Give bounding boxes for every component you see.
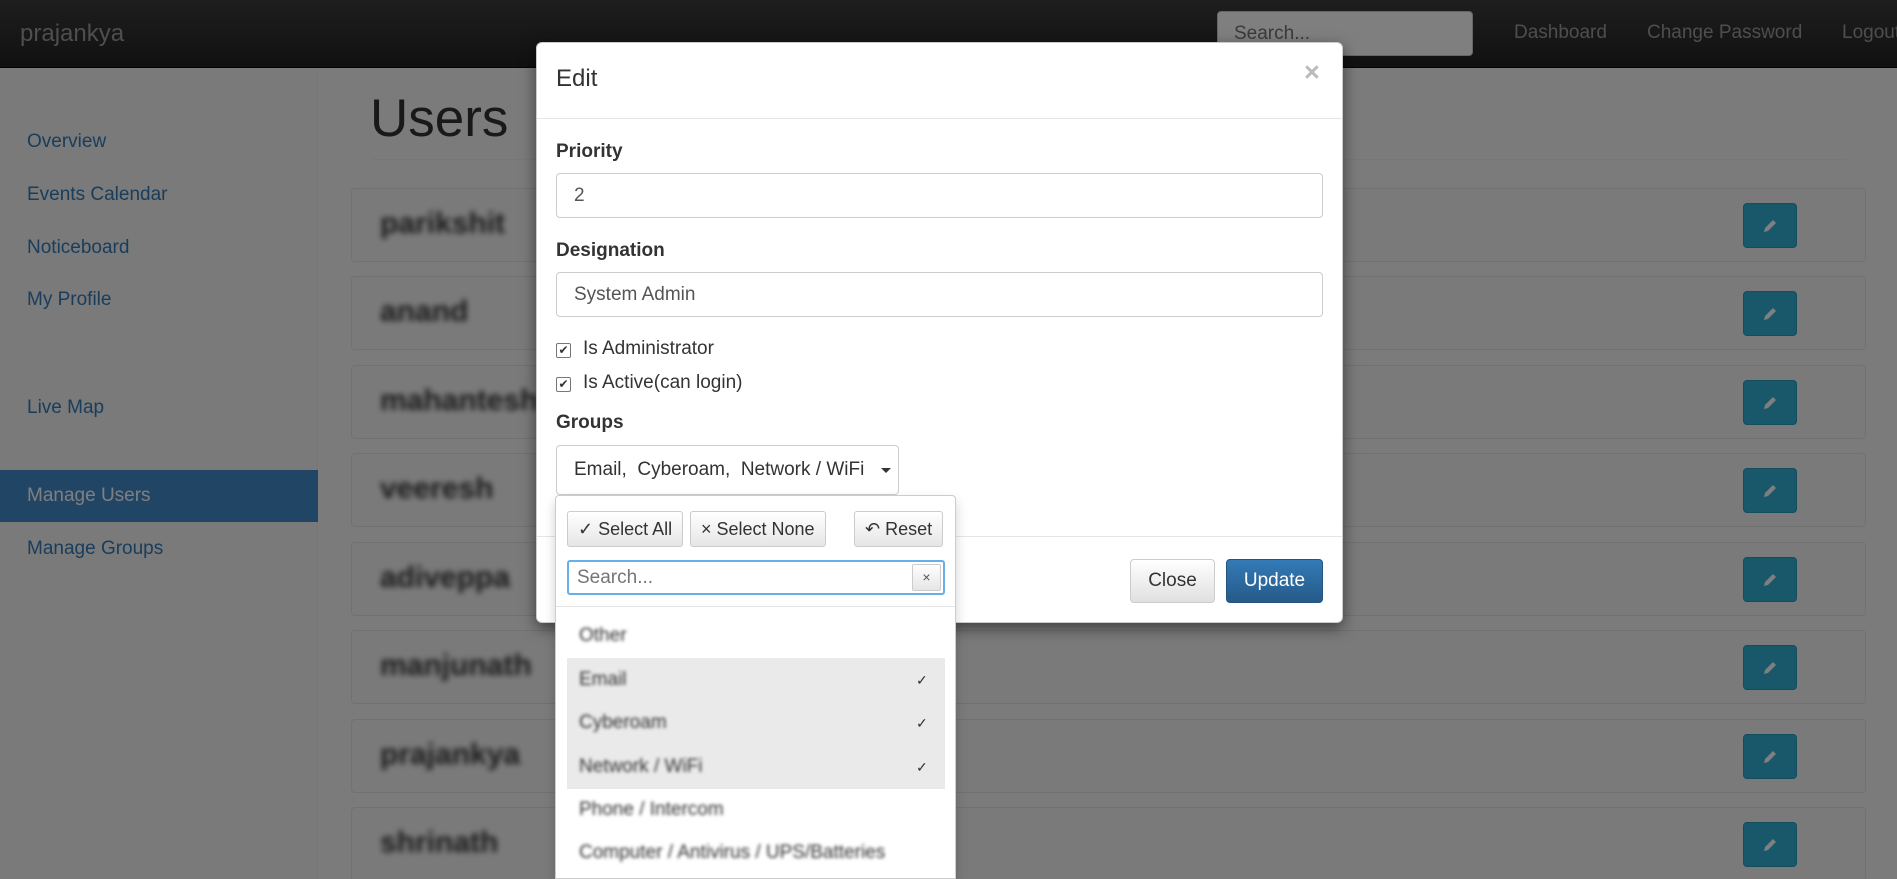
is-active-checkbox[interactable]: ✔ — [556, 377, 571, 392]
priority-label: Priority — [556, 141, 623, 162]
designation-label: Designation — [556, 240, 665, 261]
group-option[interactable]: Email ✓ — [567, 658, 945, 702]
clear-search-icon[interactable]: × — [912, 564, 941, 591]
select-all-button[interactable]: ✓ Select All — [567, 511, 684, 547]
caret-down-icon — [881, 468, 891, 473]
group-option-label: Cyberoam — [579, 712, 667, 733]
group-option[interactable]: Phone / Intercom — [567, 788, 945, 832]
group-option[interactable]: Network / WiFi ✓ — [567, 745, 945, 789]
group-option-label: Other — [579, 625, 627, 646]
groups-selected-value: Email, Cyberoam, Network / WiFi — [574, 459, 865, 480]
modal-header: Edit × — [537, 43, 1342, 119]
check-icon: ✓ — [916, 715, 928, 731]
close-icon[interactable]: × — [1304, 57, 1320, 88]
dropdown-divider — [556, 606, 955, 607]
group-option-label: Phone / Intercom — [579, 799, 724, 820]
dropdown-search-box: × — [567, 560, 945, 595]
is-active-label: Is Active(can login) — [583, 372, 743, 393]
priority-input[interactable] — [556, 173, 1323, 218]
is-administrator-checkbox[interactable]: ✔ — [556, 343, 571, 358]
is-administrator-label: Is Administrator — [583, 338, 714, 359]
group-option-label: Computer / Antivirus / UPS/Batteries — [579, 842, 886, 863]
group-option[interactable]: Other — [567, 614, 945, 658]
select-none-button[interactable]: × Select None — [690, 511, 826, 547]
designation-input[interactable] — [556, 272, 1323, 317]
check-icon: ✓ — [916, 759, 928, 775]
groups-multiselect[interactable]: Email, Cyberoam, Network / WiFi — [556, 445, 899, 495]
dropdown-search-input[interactable] — [577, 567, 897, 589]
reset-button[interactable]: ↶ Reset — [854, 511, 944, 547]
groups-label: Groups — [556, 412, 624, 433]
group-option-label: Email — [579, 669, 627, 690]
modal-title: Edit — [556, 65, 598, 92]
groups-dropdown-menu: ✓ Select All × Select None ↶ Reset × Oth… — [555, 495, 956, 879]
group-option[interactable]: Computer / Antivirus / UPS/Batteries — [567, 831, 945, 875]
update-button[interactable]: Update — [1226, 559, 1323, 603]
close-button[interactable]: Close — [1130, 559, 1215, 603]
group-option-label: Network / WiFi — [579, 756, 703, 777]
check-icon: ✓ — [916, 672, 928, 688]
group-option[interactable]: Cyberoam ✓ — [567, 701, 945, 745]
